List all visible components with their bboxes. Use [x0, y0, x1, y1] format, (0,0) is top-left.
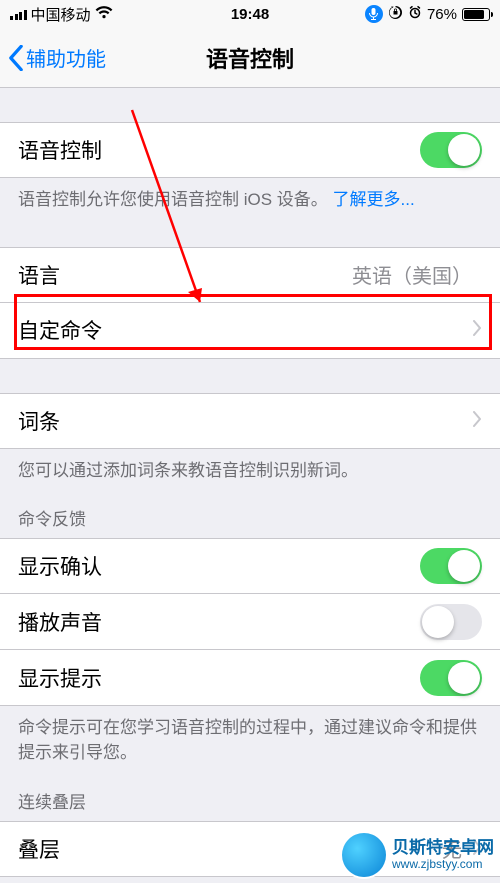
vocabulary-row[interactable]: 词条: [0, 393, 500, 449]
battery-icon: [462, 8, 490, 21]
voice-control-toggle-row[interactable]: 语音控制: [0, 122, 500, 178]
back-label: 辅助功能: [26, 43, 106, 72]
play-sound-label: 播放声音: [18, 607, 420, 637]
language-row[interactable]: 语言 英语（美国）: [0, 247, 500, 303]
watermark-name: 贝斯特安卓网: [392, 839, 494, 858]
voice-control-footer: 语音控制允许您使用语音控制 iOS 设备。 了解更多...: [0, 178, 500, 213]
show-confirmation-switch[interactable]: [420, 548, 482, 584]
carrier-label: 中国移动: [31, 4, 91, 25]
back-button[interactable]: 辅助功能: [8, 43, 106, 72]
language-value: 英语（美国）: [352, 260, 472, 289]
watermark-logo-icon: [342, 833, 386, 877]
show-hints-footer: 命令提示可在您学习语音控制的过程中，通过建议命令和提供提示来引导您。: [0, 706, 500, 765]
voice-control-switch[interactable]: [420, 132, 482, 168]
chevron-left-icon: [8, 45, 24, 71]
custom-commands-row[interactable]: 自定命令: [0, 303, 500, 359]
play-sound-row[interactable]: 播放声音: [0, 594, 500, 650]
chevron-right-icon: [472, 318, 482, 342]
overlay-footer: 叠层会在屏幕内容上显示编号或名称，以方便快: [0, 877, 500, 883]
battery-percent: 76%: [427, 6, 457, 23]
signal-icon: [10, 8, 27, 20]
command-feedback-header: 命令反馈: [0, 483, 500, 538]
watermark: 贝斯特安卓网 www.zjbstyy.com: [342, 833, 494, 877]
orientation-lock-icon: [388, 5, 403, 24]
alarm-icon: [408, 5, 422, 23]
show-hints-label: 显示提示: [18, 663, 420, 693]
show-confirmation-label: 显示确认: [18, 551, 420, 581]
status-right: 76%: [269, 5, 490, 24]
wifi-icon: [95, 5, 113, 24]
continuous-overlay-header: 连续叠层: [0, 766, 500, 821]
learn-more-link[interactable]: 了解更多...: [333, 190, 415, 209]
show-hints-row[interactable]: 显示提示: [0, 650, 500, 706]
vocabulary-footer: 您可以通过添加词条来教语音控制识别新词。: [0, 449, 500, 484]
voice-control-label: 语音控制: [18, 135, 420, 165]
language-label: 语言: [18, 260, 352, 290]
custom-commands-label: 自定命令: [18, 315, 472, 345]
status-left: 中国移动: [10, 4, 231, 25]
vocabulary-label: 词条: [18, 406, 472, 436]
voice-control-active-icon: [365, 5, 383, 23]
chevron-right-icon: [472, 409, 482, 433]
status-bar: 中国移动 19:48 76%: [0, 0, 500, 28]
nav-bar: 辅助功能 语音控制: [0, 28, 500, 88]
show-confirmation-row[interactable]: 显示确认: [0, 538, 500, 594]
watermark-url: www.zjbstyy.com: [392, 858, 494, 871]
show-hints-switch[interactable]: [420, 660, 482, 696]
status-time: 19:48: [231, 6, 269, 23]
play-sound-switch[interactable]: [420, 604, 482, 640]
